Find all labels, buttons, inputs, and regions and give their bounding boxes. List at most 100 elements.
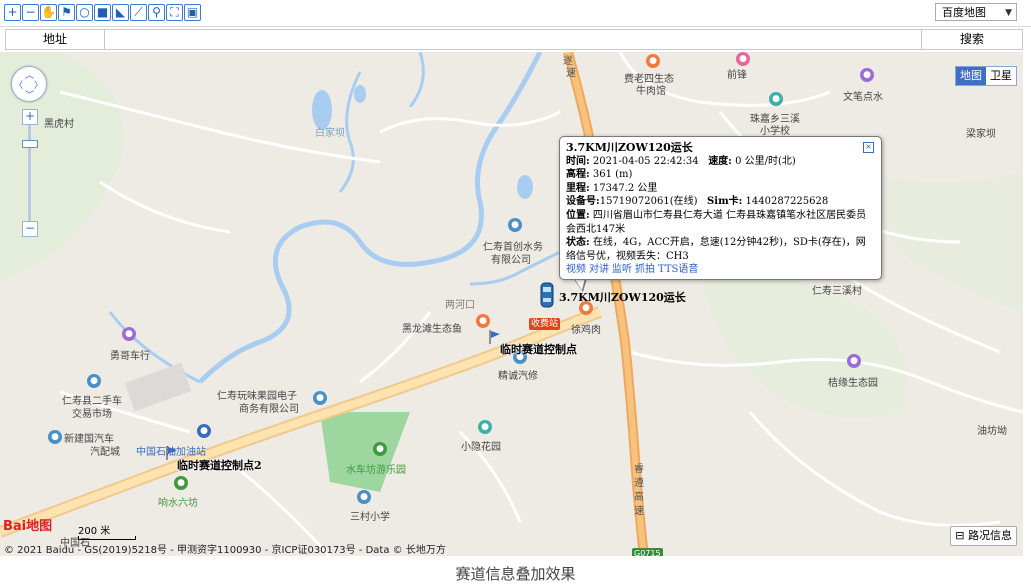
arrow-right-icon[interactable]: 〉 (34, 78, 43, 91)
scale-bar (78, 536, 136, 540)
traffic-info-button[interactable]: ⊟ 路况信息 (950, 526, 1017, 546)
road-label: 高 (634, 492, 644, 503)
polyline-tool-icon[interactable]: ⟋ (130, 4, 147, 21)
info-position-row: 位置: 四川省眉山市仁寿县仁寿大道 仁寿县珠嘉镇笔水社区居民委员会西北147米 (566, 209, 867, 235)
shop-pin-icon[interactable]: ● (736, 52, 750, 66)
search-tool-icon[interactable]: ⚲ (148, 4, 165, 21)
figure-caption: 赛道信息叠加效果 (455, 565, 576, 583)
map-type-select[interactable]: 百度地图 ▼ (935, 3, 1017, 21)
zoom-slider-thumb[interactable] (22, 140, 38, 148)
info-title: 3.7KM川ZOW120运长 (566, 141, 693, 154)
vehicle-car-icon[interactable] (539, 282, 555, 308)
road-label: 速 (634, 506, 644, 517)
info-status-row: 状态: 在线，4G，ACC开启，怠速(12分钟42秒)，SD卡(存在)，网络信号… (566, 237, 866, 262)
place-label: 牛肉馆 (636, 86, 666, 97)
rectangle-tool-icon[interactable]: ■ (94, 4, 111, 21)
place-label: 徐鸡肉 (571, 325, 601, 336)
place-label: 三村小学 (350, 512, 390, 523)
place-label: 梁家坝 (966, 129, 996, 140)
road-label: 速 (566, 68, 576, 79)
info-links: 视频 对讲 监听 抓拍 TTS语音 (566, 263, 875, 277)
highway-badge: G0715 (632, 548, 663, 556)
checkpoint-label: 临时赛道控制点 (500, 343, 577, 356)
pan-control[interactable]: ︿ 〈 〉 ﹀ (11, 66, 47, 102)
restaurant-pin-icon[interactable]: ● (646, 54, 660, 68)
address-input[interactable] (105, 30, 923, 49)
company-pin-icon[interactable]: ● (508, 218, 522, 232)
address-bar: 地址 搜索 (5, 29, 1023, 50)
road-label: 睿 (634, 464, 644, 475)
flag-tool-icon[interactable]: ⚑ (58, 4, 75, 21)
place-label: 文笔点水 (843, 92, 883, 103)
vehicle-info-window: × 3.7KM川ZOW120运长 时间: 2021-04-05 22:42:34… (559, 136, 882, 280)
intercom-link[interactable]: 对讲 (589, 264, 609, 275)
place-label: 油坊坳 (977, 426, 1007, 437)
place-label: 小学校 (760, 126, 790, 137)
zoom-out-tool-icon[interactable]: − (22, 4, 39, 21)
checkpoint-label: 临时赛道控制点2 (177, 459, 262, 472)
company-pin-icon[interactable]: ● (313, 391, 327, 405)
zoom-out-button[interactable]: − (22, 221, 38, 237)
monitor-link[interactable]: 监听 (612, 264, 632, 275)
map-type-satellite-button[interactable]: 卫星 (986, 67, 1016, 85)
info-time-row: 时间: 2021-04-05 22:42:34 速度: 0 公里/时(北) (566, 155, 796, 167)
map-toolbar: + − ✋ ⚑ ○ ■ ◣ ⟋ ⚲ ⛶ ▣ 百度地图 ▼ (0, 0, 1031, 27)
snapshot-link[interactable]: 抓拍 (635, 264, 655, 275)
restaurant-pin-icon[interactable]: ● (476, 314, 490, 328)
circle-tool-icon[interactable]: ○ (76, 4, 93, 21)
map-background (0, 52, 1023, 556)
scale-label: 200 米 (78, 526, 111, 537)
search-button[interactable]: 搜索 (921, 30, 1022, 49)
toll-station-badge: 收费站 (529, 318, 561, 330)
baidu-logo: Bai地图 (3, 519, 53, 534)
place-label: 汽配城 (90, 447, 120, 458)
school-pin-icon[interactable]: ● (769, 92, 783, 106)
polygon-tool-icon[interactable]: ◣ (112, 4, 129, 21)
fullscreen-tool-icon[interactable]: ⛶ (166, 4, 183, 21)
place-label: 响水六坊 (158, 498, 198, 509)
place-label: 小隐花园 (461, 442, 501, 453)
poi-pin-icon[interactable]: ● (847, 354, 861, 368)
save-tool-icon[interactable]: ▣ (184, 4, 201, 21)
place-label: 两河口 (445, 300, 475, 311)
arrow-up-icon[interactable]: ︿ (25, 68, 34, 81)
info-altitude-row: 高程: 361 (m) (566, 169, 633, 181)
place-label: 黑虎村 (44, 119, 74, 130)
arrow-left-icon[interactable]: 〈 (14, 78, 23, 91)
info-mileage-row: 里程: 17347.2 公里 (566, 182, 658, 194)
shop-pin-icon[interactable]: ● (122, 327, 136, 341)
zoom-in-button[interactable]: + (22, 109, 38, 125)
video-link[interactable]: 视频 (566, 264, 586, 275)
close-icon[interactable]: × (863, 142, 874, 153)
zoom-in-tool-icon[interactable]: + (4, 4, 21, 21)
car-pin-icon[interactable]: ● (48, 430, 62, 444)
place-label: 有限公司 (491, 255, 531, 266)
map-type-value: 百度地图 (942, 6, 986, 19)
map-canvas[interactable]: 黑虎村 白家坝 费老四生态 牛肉馆 前锋 文笔点水 珠嘉乡三溪 小学校 梁家坝 … (0, 52, 1023, 556)
place-label: 仁寿三溪村 (812, 286, 862, 297)
park-pin-icon[interactable]: ● (373, 442, 387, 456)
place-label: 商务有限公司 (239, 404, 299, 415)
poi-pin-icon[interactable]: ● (860, 68, 874, 82)
place-label: 黑龙滩生态鱼 (402, 324, 462, 335)
school-pin-icon[interactable]: ● (357, 490, 371, 504)
place-label: 交易市场 (72, 409, 112, 420)
copyright-text: © 2021 Baidu - GS(2019)5218号 - 甲测资字11009… (4, 545, 446, 556)
park-pin-icon[interactable]: ● (174, 476, 188, 490)
park-pin-icon[interactable]: ● (478, 420, 492, 434)
map-type-switch: 地图 卫星 (955, 66, 1017, 86)
chevron-down-icon: ▼ (1005, 8, 1012, 18)
place-label: 白家坝 (315, 128, 345, 139)
pan-tool-icon[interactable]: ✋ (40, 4, 57, 21)
info-device-row: 设备号:15719072061(在线) Sim卡: 1440287225628 (566, 196, 829, 208)
gas-station-pin-icon[interactable]: ● (197, 424, 211, 438)
place-label: 勇哥车行 (110, 351, 150, 362)
road-label: 遵 (634, 478, 644, 489)
car-pin-icon[interactable]: ● (87, 374, 101, 388)
tts-link[interactable]: TTS语音 (658, 264, 698, 275)
arrow-down-icon[interactable]: ﹀ (25, 88, 34, 101)
address-label: 地址 (6, 30, 105, 49)
place-label: 前锋 (727, 70, 747, 81)
map-type-map-button[interactable]: 地图 (956, 67, 986, 85)
place-label: 水车坊游乐园 (346, 465, 406, 476)
